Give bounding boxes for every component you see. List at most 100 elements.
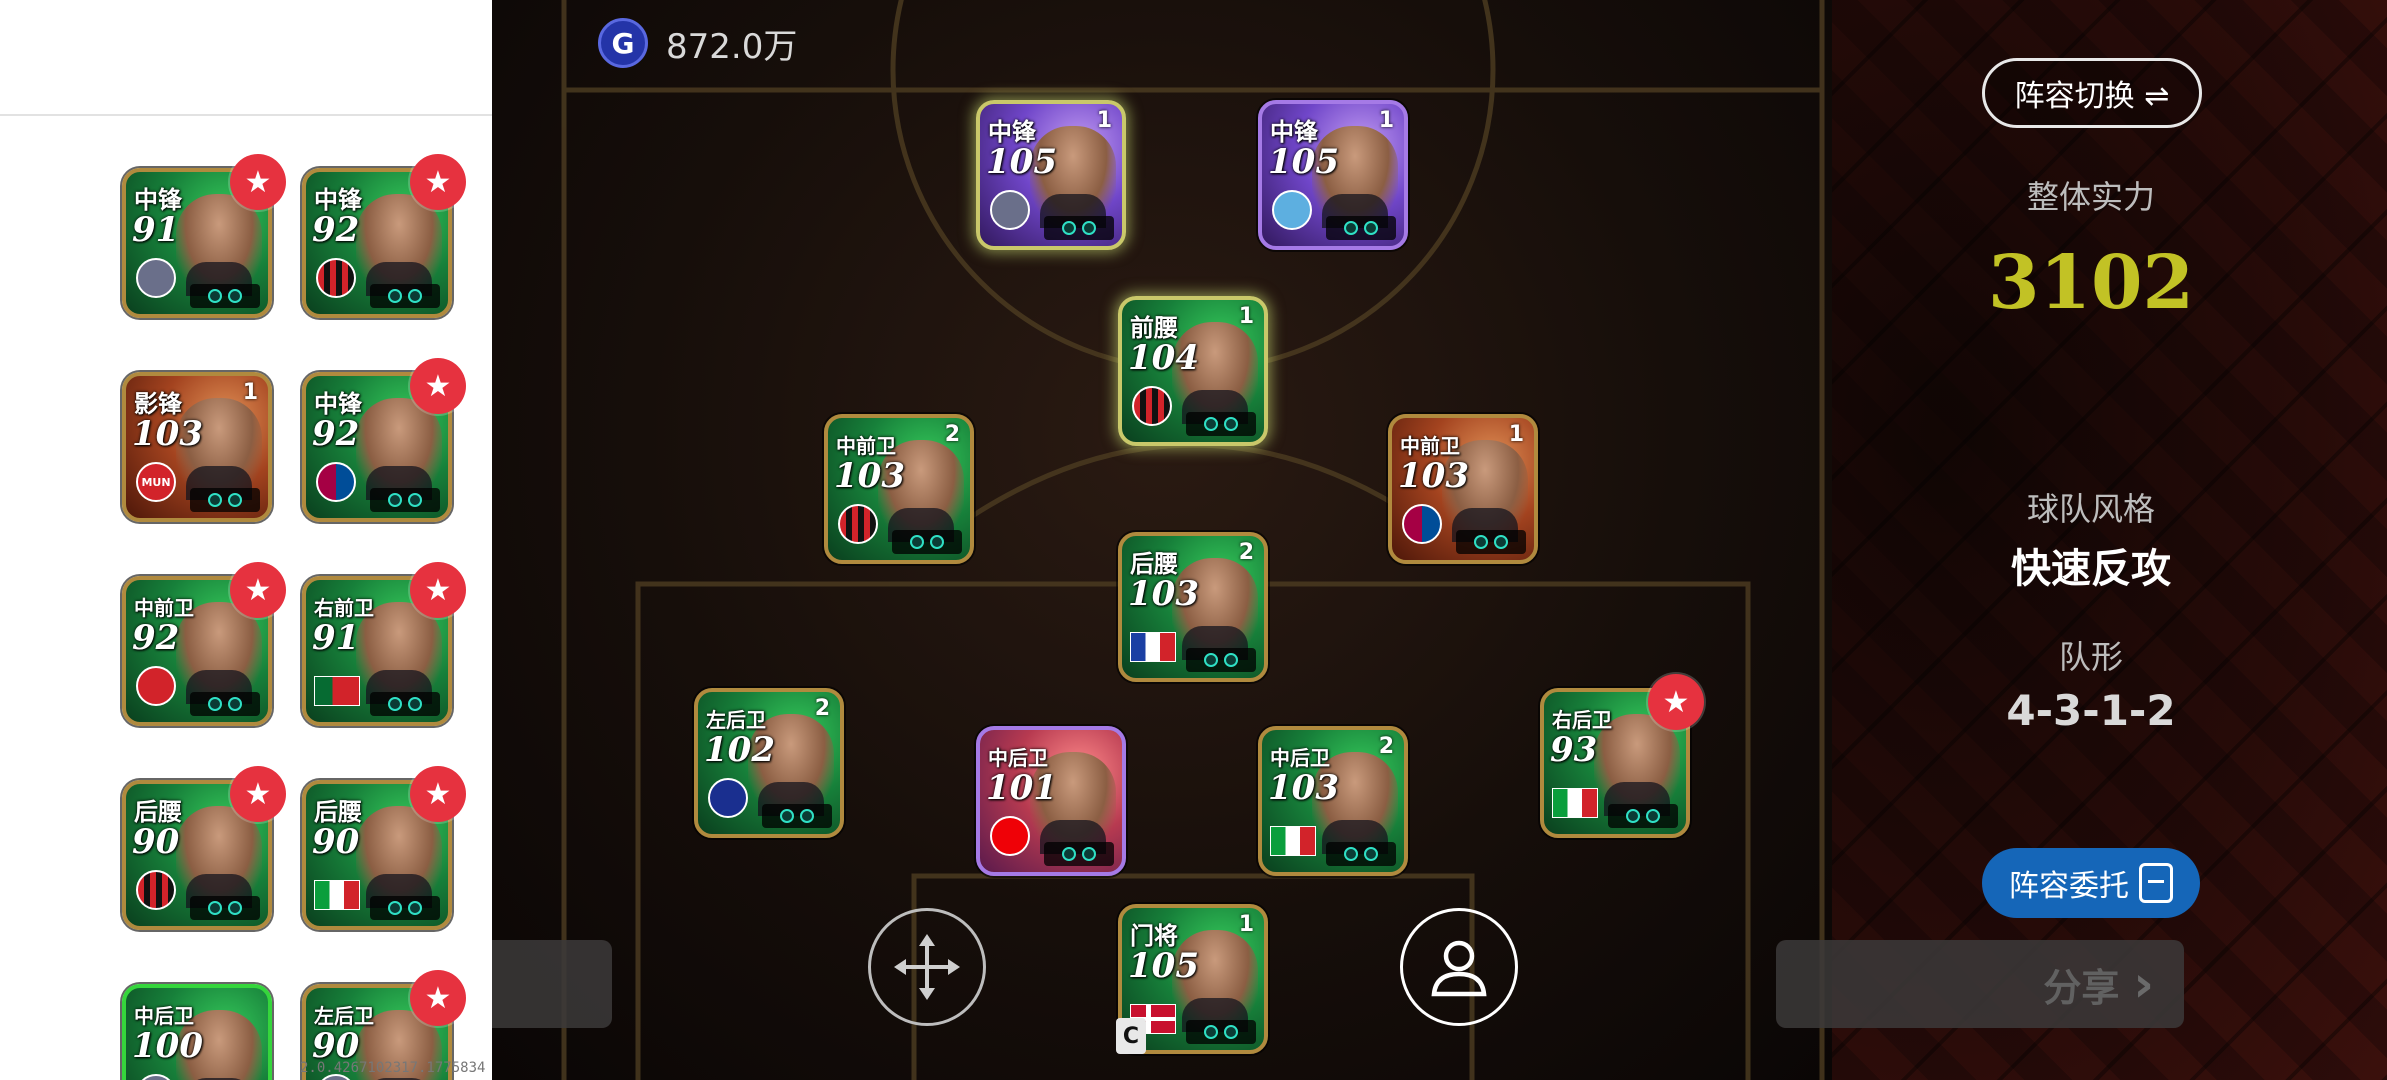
skill-slot-icon xyxy=(388,289,402,303)
player-card[interactable]: 右前卫 91 ★ xyxy=(302,562,466,726)
player-card[interactable]: 中后卫 100 xyxy=(122,984,272,1080)
skill-slot-icon xyxy=(930,535,944,549)
skill-slot-icon xyxy=(388,901,402,915)
overall-strength-label: 整体实力 xyxy=(2026,178,2155,216)
skill-slots xyxy=(762,804,832,828)
star-badge-icon: ★ xyxy=(410,562,466,618)
skill-slots xyxy=(1044,216,1114,240)
player-position: 右后卫 xyxy=(1552,708,1612,732)
player-card[interactable]: 中锋 92 ★ xyxy=(302,358,466,522)
team-style-label: 球队风格 xyxy=(2026,490,2155,528)
player-position: 中后卫 xyxy=(1270,746,1330,770)
player-card[interactable]: 左后卫 102 2 xyxy=(694,688,844,838)
player-rating: 90 xyxy=(132,822,180,862)
player-portrait xyxy=(356,806,442,908)
g-coin-icon: G xyxy=(598,18,648,68)
player-card[interactable]: 中前卫 92 ★ xyxy=(122,562,286,726)
player-rating: 102 xyxy=(704,730,775,770)
player-card[interactable]: 右后卫 93 ★ xyxy=(1540,674,1704,838)
skill-slot-icon xyxy=(1474,535,1488,549)
currency-amount: 872.0万 xyxy=(666,26,798,67)
club-badge-icon xyxy=(838,504,878,544)
skill-slot-icon xyxy=(1224,417,1238,431)
card-frame: 中锋 105 1 xyxy=(1258,100,1408,250)
nation-flag-icon xyxy=(314,880,360,910)
skill-slots xyxy=(892,530,962,554)
skill-slot-icon xyxy=(1364,847,1378,861)
player-rating: 91 xyxy=(312,618,360,658)
team-style-value: 快速反攻 xyxy=(2011,546,2171,592)
star-badge-icon: ★ xyxy=(410,154,466,210)
player-card[interactable]: 中前卫 103 1 xyxy=(1388,414,1538,564)
skill-slot-icon xyxy=(780,809,794,823)
player-level: 1 xyxy=(1508,422,1524,447)
skill-slot-icon xyxy=(208,289,222,303)
nation-flag-icon xyxy=(1552,788,1598,818)
clipboard-icon xyxy=(2139,863,2173,903)
player-portrait xyxy=(176,194,262,296)
move-players-button[interactable] xyxy=(868,908,986,1026)
player-card[interactable]: 中锋 105 1 xyxy=(976,100,1126,250)
card-frame: 中前卫 103 2 xyxy=(824,414,974,564)
skill-slots xyxy=(370,692,440,716)
card-frame: 前腰 104 1 xyxy=(1118,296,1268,446)
lineup-delegate-label: 阵容委托 xyxy=(2009,869,2129,904)
currency-display: G 872.0万 xyxy=(598,18,797,68)
skill-slots xyxy=(190,488,260,512)
left-bottom-bar[interactable] xyxy=(492,940,612,1028)
player-level: 1 xyxy=(1238,912,1254,937)
skill-slot-icon xyxy=(1364,221,1378,235)
skill-slots xyxy=(1326,842,1396,866)
player-card[interactable]: 后腰 103 2 xyxy=(1118,532,1268,682)
skill-slot-icon xyxy=(408,697,422,711)
star-badge-icon: ★ xyxy=(410,358,466,414)
player-card[interactable]: 中锋 92 ★ xyxy=(302,154,466,318)
star-badge-icon: ★ xyxy=(230,154,286,210)
player-card[interactable]: 中后卫 103 2 xyxy=(1258,726,1408,876)
lineup-delegate-button[interactable]: 阵容委托 xyxy=(1982,848,2200,918)
player-rating: 105 xyxy=(1268,142,1339,182)
star-badge-icon: ★ xyxy=(230,766,286,822)
skill-slot-icon xyxy=(1082,847,1096,861)
skill-slot-icon xyxy=(800,809,814,823)
lineup-switch-button[interactable]: 阵容切换 ⇌ xyxy=(1982,58,2202,128)
club-badge-icon xyxy=(316,462,356,502)
skill-slot-icon xyxy=(208,697,222,711)
player-card[interactable]: 中前卫 103 2 xyxy=(824,414,974,564)
skill-slot-icon xyxy=(1062,847,1076,861)
formation-label: 队形 xyxy=(2058,638,2123,676)
star-badge-icon: ★ xyxy=(410,970,466,1026)
player-level: 1 xyxy=(242,380,258,405)
captain-tag: C xyxy=(1116,1018,1146,1054)
player-card[interactable]: 后腰 90 ★ xyxy=(122,766,286,930)
share-button[interactable]: 分享 › xyxy=(1776,940,2184,1028)
skill-slot-icon xyxy=(408,493,422,507)
bench-panel-divider xyxy=(0,114,492,116)
player-card[interactable]: 中锋 91 ★ xyxy=(122,154,286,318)
chevron-right-icon: › xyxy=(2133,955,2154,1013)
bench-panel[interactable]: 中锋 91 ★ 中锋 92 ★ 影锋 103 1 MUN 中锋 92 ★ 中前卫 92 ★ 右前卫 91 ★ 后腰 90… xyxy=(0,0,492,1080)
player-card[interactable]: 影锋 103 1 MUN xyxy=(122,372,272,522)
nation-flag-icon xyxy=(1130,632,1176,662)
club-badge-icon xyxy=(1132,386,1172,426)
skill-slot-icon xyxy=(208,901,222,915)
star-badge-icon: ★ xyxy=(1648,674,1704,730)
skill-slot-icon xyxy=(1494,535,1508,549)
player-rating: 103 xyxy=(1268,768,1339,808)
skill-slots xyxy=(1456,530,1526,554)
lineup-switch-label: 阵容切换 ⇌ xyxy=(2014,79,2170,114)
player-portrait xyxy=(176,806,262,908)
player-position: 中前卫 xyxy=(1400,434,1460,458)
player-card[interactable]: 前腰 104 1 xyxy=(1118,296,1268,446)
club-badge-icon xyxy=(990,190,1030,230)
skill-slots xyxy=(370,284,440,308)
player-card[interactable]: 后腰 90 ★ xyxy=(302,766,466,930)
player-card[interactable]: 中后卫 101 xyxy=(976,726,1126,876)
skill-slots xyxy=(190,896,260,920)
version-text: 2.0.4267102317.1775834 xyxy=(300,1060,486,1076)
player-rating: 103 xyxy=(834,456,905,496)
skill-slot-icon xyxy=(1204,1025,1218,1039)
player-card[interactable]: 中锋 105 1 xyxy=(1258,100,1408,250)
player-profile-button[interactable] xyxy=(1400,908,1518,1026)
skill-slots xyxy=(370,896,440,920)
